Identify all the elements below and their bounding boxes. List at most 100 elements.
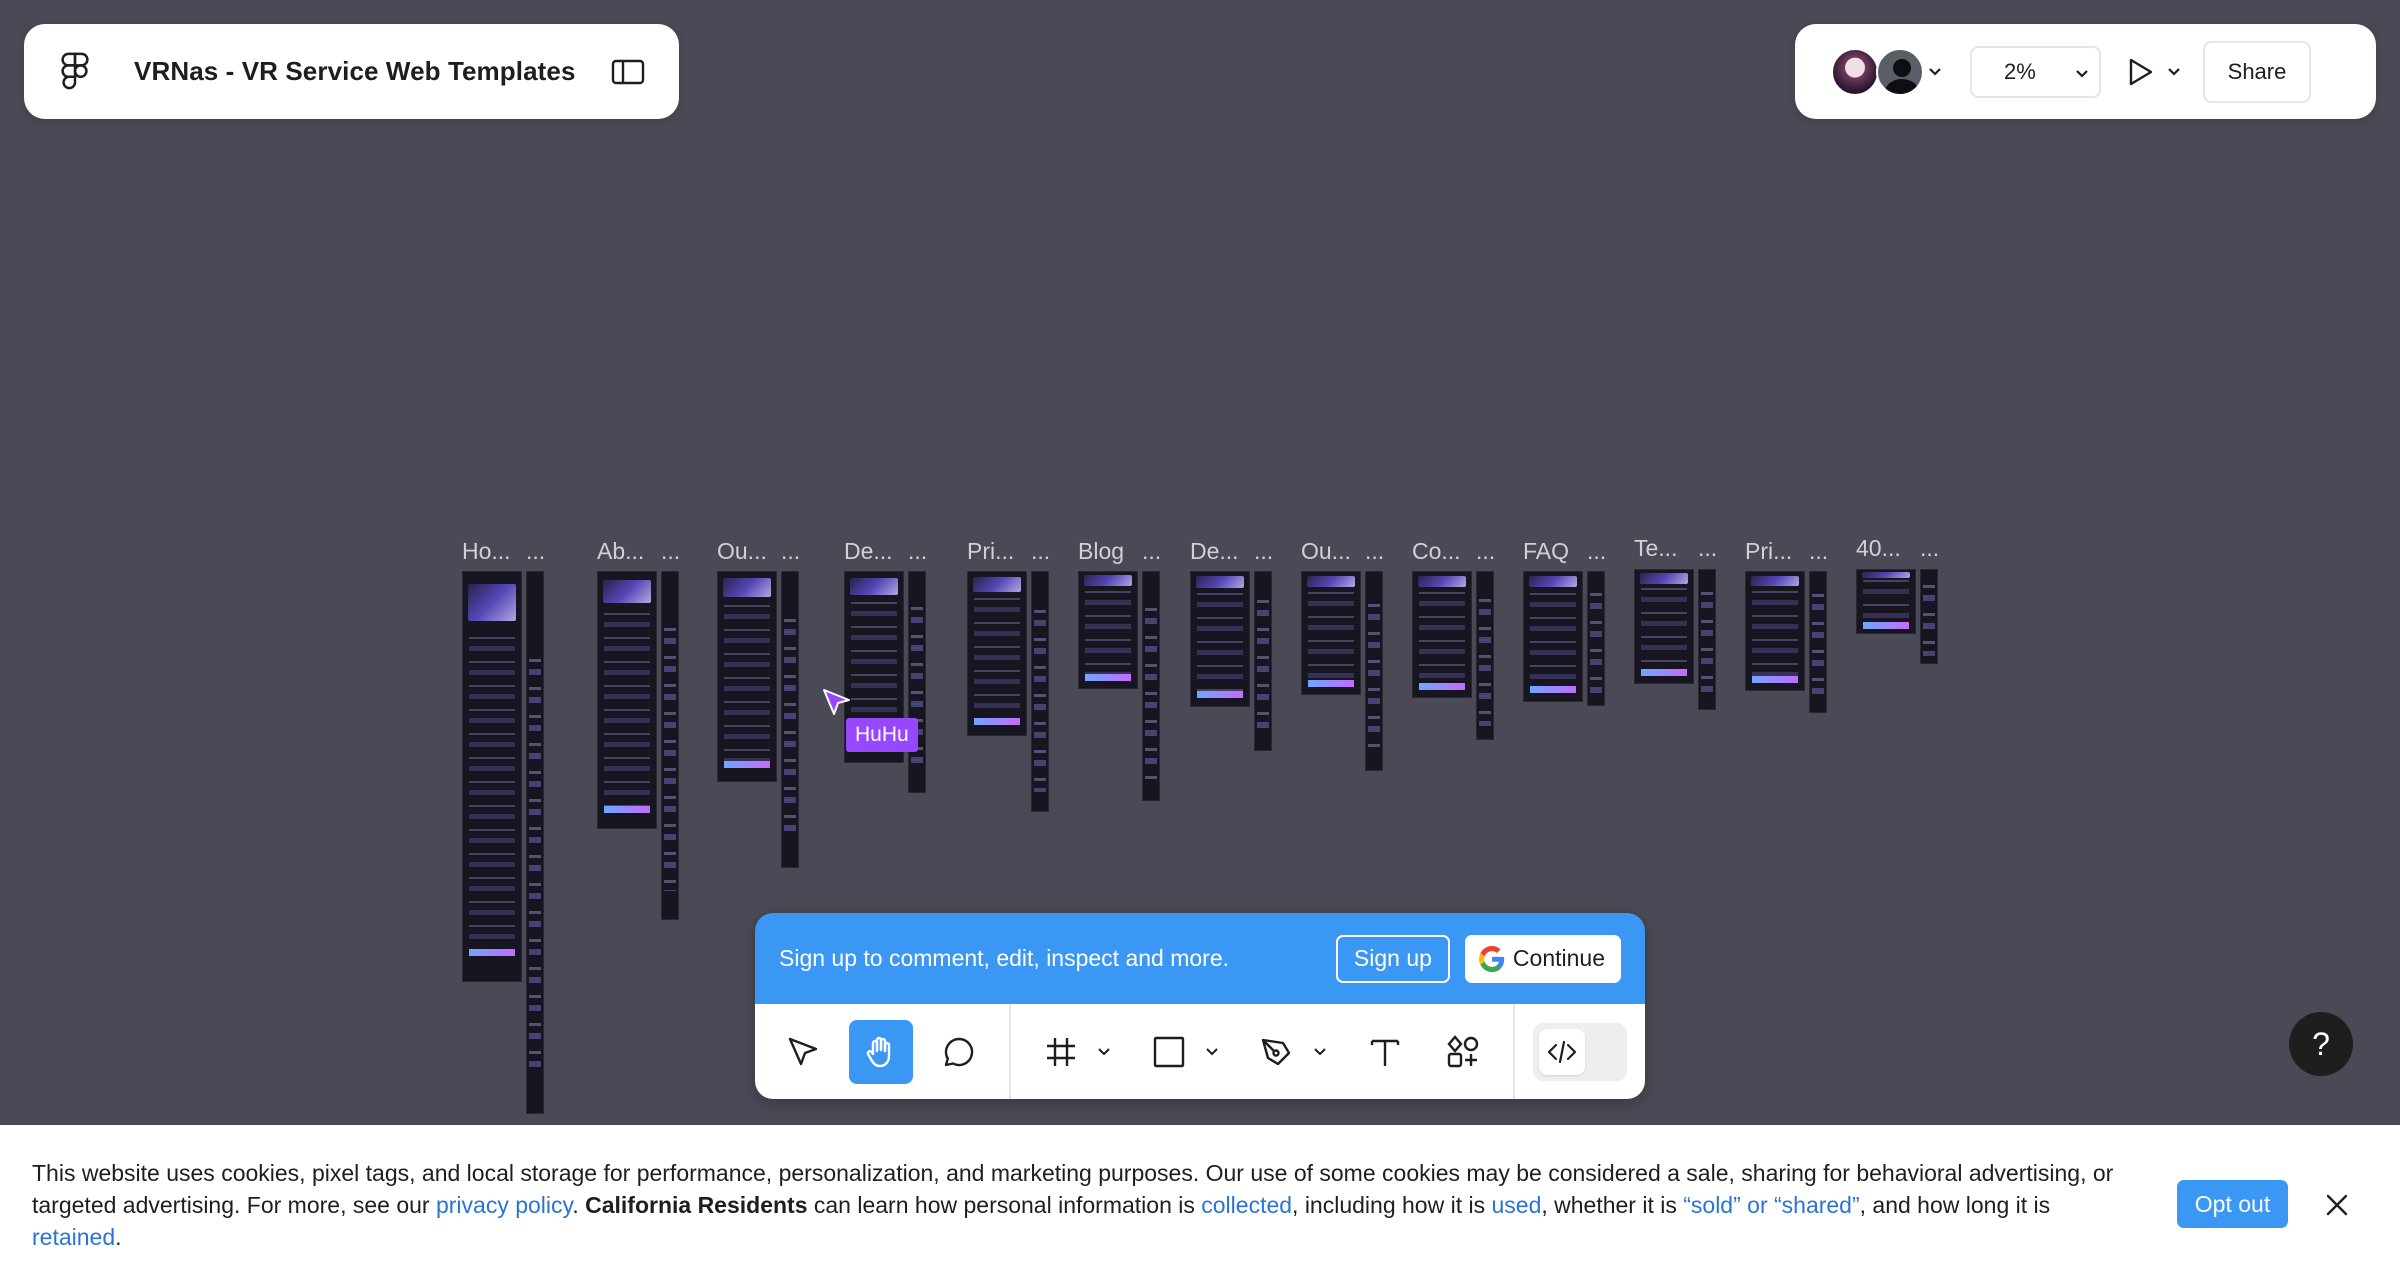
collaborator-cursor-icon	[822, 688, 852, 718]
move-icon[interactable]	[771, 1020, 835, 1084]
retained-link[interactable]: retained	[32, 1224, 115, 1250]
frame-thumbnail[interactable]	[462, 571, 522, 982]
frame-label[interactable]: ...	[1254, 538, 1273, 565]
frame-label[interactable]: ...	[1587, 538, 1606, 565]
frame-thumbnail[interactable]	[661, 571, 679, 920]
pen-icon[interactable]	[1245, 1020, 1309, 1084]
frame-thumbnail[interactable]	[1031, 571, 1049, 812]
frame-label[interactable]: ...	[526, 538, 545, 565]
resources-icon[interactable]	[1431, 1020, 1495, 1084]
frame-label[interactable]: Te...	[1634, 535, 1677, 562]
collaborator-avatars[interactable]	[1831, 47, 1924, 96]
frame-thumbnail[interactable]	[1698, 569, 1716, 710]
frame-label[interactable]: Pri...	[967, 538, 1014, 565]
chevron-down-icon	[2075, 59, 2089, 85]
cookie-text-part: , whether it is	[1541, 1192, 1684, 1218]
frame-thumbnail[interactable]	[1809, 571, 1827, 713]
signup-button[interactable]: Sign up	[1335, 934, 1450, 983]
frame-label[interactable]: ...	[1809, 538, 1828, 565]
avatar[interactable]	[1831, 47, 1879, 96]
collected-link[interactable]: collected	[1201, 1192, 1292, 1218]
frame-thumbnail[interactable]	[1190, 571, 1250, 707]
frame-label[interactable]: ...	[1476, 538, 1495, 565]
chevron-down-icon[interactable]	[2163, 61, 2185, 83]
signup-prompt: Sign up to comment, edit, inspect and mo…	[755, 913, 1645, 1004]
frame-thumbnail[interactable]	[1254, 571, 1272, 751]
frame-label[interactable]: Pri...	[1745, 538, 1792, 565]
frame-thumbnail[interactable]	[967, 571, 1027, 736]
frame-label[interactable]: De...	[1190, 538, 1239, 565]
cookie-text-part: .	[115, 1224, 122, 1250]
frame-icon[interactable]	[1029, 1020, 1093, 1084]
frame-thumbnail[interactable]	[1412, 571, 1472, 698]
opt-out-button[interactable]: Opt out	[2177, 1180, 2288, 1228]
zoom-value: 2%	[2004, 58, 2036, 84]
frame-thumbnail[interactable]	[717, 571, 777, 782]
frame-thumbnail[interactable]	[908, 571, 926, 793]
frame-thumbnail[interactable]	[1476, 571, 1494, 740]
frame-thumbnail[interactable]	[1745, 571, 1805, 691]
comment-icon[interactable]	[927, 1020, 991, 1084]
canvas[interactable]: VRNas - VR Service Web Templates 2% Shar…	[0, 0, 2400, 1284]
present-play-icon[interactable]	[2119, 50, 2163, 94]
frame-thumbnail[interactable]	[1920, 569, 1938, 664]
dev-mode-icon	[1539, 1028, 1585, 1075]
hand-icon[interactable]	[849, 1019, 913, 1084]
close-icon[interactable]	[2322, 1190, 2352, 1220]
frame-thumbnail[interactable]	[1365, 571, 1383, 771]
frame-thumbnail[interactable]	[1634, 569, 1694, 684]
help-button[interactable]: ?	[2289, 1012, 2353, 1076]
continue-label: Continue	[1512, 945, 1605, 971]
google-icon	[1478, 945, 1505, 972]
chevron-down-icon[interactable]	[1095, 1043, 1113, 1061]
frame-label[interactable]: ...	[781, 538, 800, 565]
tool-row	[755, 1004, 1645, 1099]
frame-label[interactable]: ...	[1920, 535, 1939, 562]
toolbar-divider	[1009, 1004, 1011, 1099]
figma-logo-icon[interactable]	[54, 51, 96, 93]
frame-label[interactable]: ...	[1698, 535, 1717, 562]
used-link[interactable]: used	[1491, 1192, 1541, 1218]
chevron-down-icon[interactable]	[1311, 1043, 1329, 1061]
share-button[interactable]: Share	[2203, 40, 2311, 103]
frame-label[interactable]: De...	[844, 538, 893, 565]
privacy-policy-link[interactable]: privacy policy	[436, 1192, 572, 1218]
california-residents-label: California Residents	[585, 1192, 808, 1218]
avatar[interactable]	[1876, 47, 1924, 96]
frame-thumbnail[interactable]	[1142, 571, 1160, 801]
frame-thumbnail[interactable]	[1078, 571, 1138, 689]
frame-label[interactable]: ...	[661, 538, 680, 565]
continue-with-google-button[interactable]: Continue	[1464, 934, 1621, 983]
sold-or-shared-link[interactable]: “sold” or “shared”	[1683, 1192, 1859, 1218]
frame-label[interactable]: ...	[1365, 538, 1384, 565]
frame-thumbnail[interactable]	[526, 571, 544, 1114]
frame-label[interactable]: 40...	[1856, 535, 1901, 562]
frame-label[interactable]: Blog	[1078, 538, 1124, 565]
chevron-down-icon[interactable]	[1924, 61, 1946, 83]
zoom-dropdown[interactable]: 2%	[1970, 45, 2101, 98]
frame-label[interactable]: Co...	[1412, 538, 1461, 565]
dev-mode-toggle[interactable]	[1533, 1022, 1627, 1081]
frame-thumbnail[interactable]	[1587, 571, 1605, 706]
frame-thumbnail[interactable]	[1301, 571, 1361, 695]
chevron-down-icon[interactable]	[1203, 1043, 1221, 1061]
frame-thumbnail[interactable]	[781, 571, 799, 868]
frame-label[interactable]: Ou...	[717, 538, 767, 565]
frame-label[interactable]: FAQ	[1523, 538, 1569, 565]
frame-label[interactable]: ...	[1031, 538, 1050, 565]
frame-label[interactable]: Ou...	[1301, 538, 1351, 565]
frame-thumbnail[interactable]	[1523, 571, 1583, 702]
file-title[interactable]: VRNas - VR Service Web Templates	[134, 56, 607, 87]
frame-thumbnail[interactable]	[1856, 569, 1916, 634]
frame-thumbnail[interactable]	[597, 571, 657, 829]
cookie-text-part: .	[572, 1192, 586, 1218]
frame-label[interactable]: ...	[1142, 538, 1161, 565]
rectangle-icon[interactable]	[1137, 1020, 1201, 1084]
frame-label[interactable]: ...	[908, 538, 927, 565]
frame-label[interactable]: Ho...	[462, 538, 511, 565]
frame-label[interactable]: Ab...	[597, 538, 644, 565]
text-icon[interactable]	[1353, 1020, 1417, 1084]
cookie-text-part: , and how long it is	[1859, 1192, 2051, 1218]
bottom-toolbar: Sign up to comment, edit, inspect and mo…	[755, 913, 1645, 1099]
sidebar-toggle-icon[interactable]	[607, 51, 649, 93]
